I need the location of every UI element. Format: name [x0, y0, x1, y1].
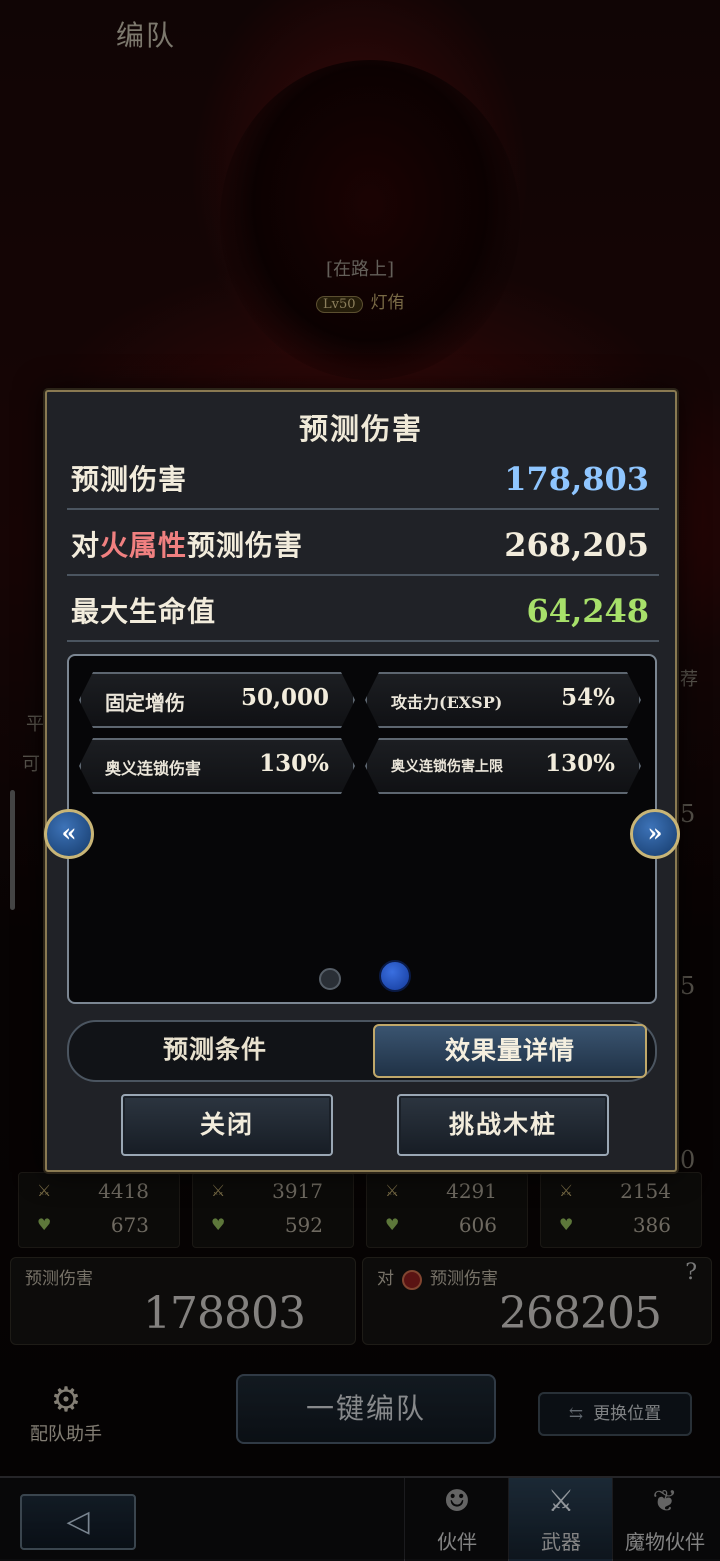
fire-damage-row: 对火属性预测伤害 268,205 [67, 516, 659, 576]
previous-page-button[interactable]: « [44, 809, 94, 859]
double-chevron-left-icon: « [61, 818, 77, 847]
chip-label: 奥义连锁伤害上限 [391, 759, 503, 775]
page-indicator-dot-active[interactable] [379, 960, 411, 992]
row-label: 最大生命值 [71, 595, 217, 628]
effect-details-panel: 固定增伤 50,000 攻击力(EXSP) 54% 奥义连锁伤害 130% 奥义… [67, 654, 657, 1004]
row-value: 268,205 [504, 526, 649, 564]
chip-value: 50,000 [240, 684, 329, 711]
next-page-button[interactable]: » [630, 809, 680, 859]
tab-effect-details[interactable]: 效果量详情 [373, 1024, 647, 1078]
row-value: 178,803 [504, 460, 649, 498]
dialog-title: 预测伤害 [298, 412, 423, 446]
close-button[interactable]: 关闭 [121, 1094, 333, 1156]
dialog-tab-switch: 预测条件 效果量详情 [67, 1020, 657, 1082]
chip-value: 130% [545, 750, 615, 777]
effect-chip: 攻击力(EXSP) 54% [365, 672, 641, 728]
double-chevron-right-icon: » [647, 818, 663, 847]
effect-chip: 奥义连锁伤害上限 130% [365, 738, 641, 794]
page-indicator-dot[interactable] [319, 968, 341, 990]
effect-chip: 奥义连锁伤害 130% [79, 738, 355, 794]
challenge-dummy-button[interactable]: 挑战木桩 [397, 1094, 609, 1156]
chip-value: 130% [259, 750, 329, 777]
label-suffix: 预测伤害 [187, 529, 304, 562]
predicted-damage-dialog: 预测伤害 预测伤害 178,803 对火属性预测伤害 268,205 最大生命值… [44, 390, 680, 1172]
chip-label: 固定增伤 [105, 691, 185, 715]
chip-label: 攻击力(EXSP) [391, 693, 503, 712]
max-hp-row: 最大生命值 64,248 [67, 582, 659, 642]
fire-attribute-text: 火属性 [100, 529, 188, 562]
chip-value: 54% [561, 684, 615, 711]
effect-chip: 固定增伤 50,000 [79, 672, 355, 728]
label-prefix: 对 [71, 529, 101, 562]
row-value: 64,248 [526, 592, 649, 630]
row-label: 对火属性预测伤害 [71, 524, 303, 564]
tab-conditions[interactable]: 预测条件 [69, 1022, 361, 1080]
chip-label: 奥义连锁伤害 [105, 759, 202, 778]
predicted-damage-row: 预测伤害 178,803 [67, 450, 659, 510]
row-label: 预测伤害 [71, 463, 188, 496]
